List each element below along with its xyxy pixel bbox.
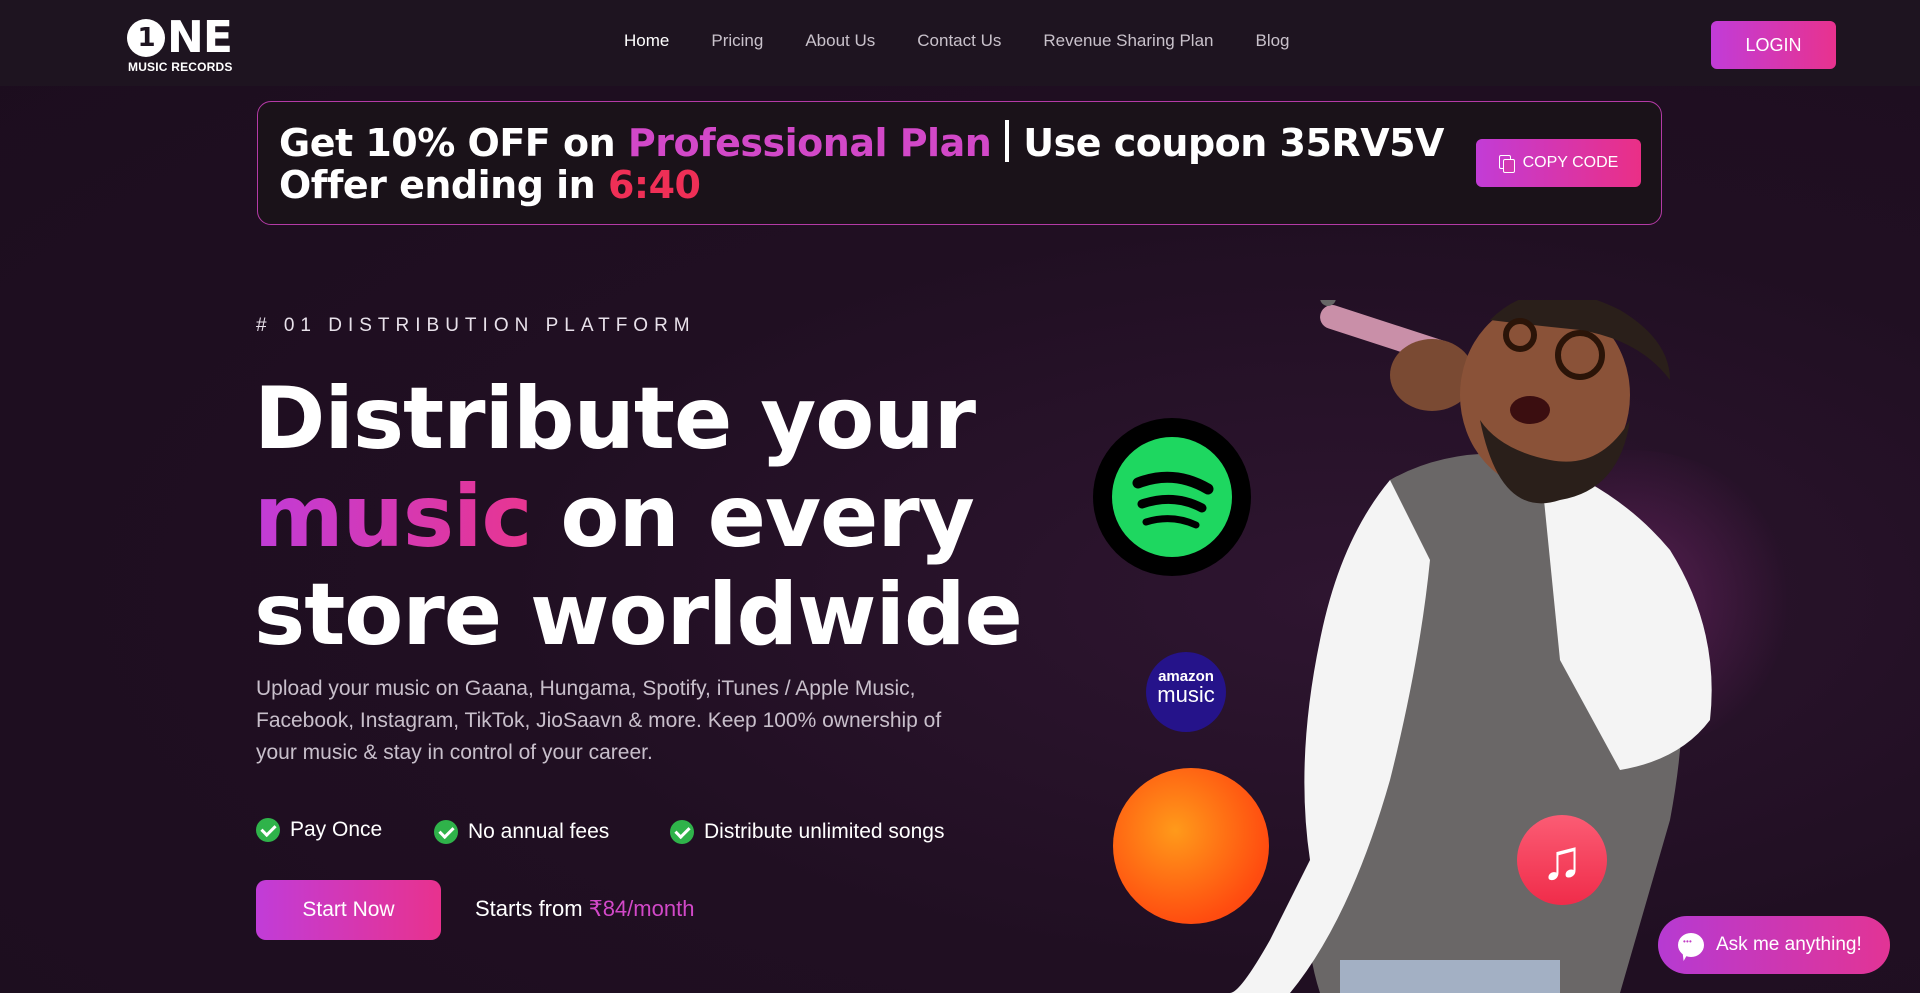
promo-offer-line: Offer ending in 6:40 <box>279 163 701 207</box>
logo-subtitle: MUSIC RECORDS <box>128 60 233 74</box>
check-icon <box>256 818 280 842</box>
nav-link-about-us[interactable]: About Us <box>805 31 875 51</box>
promo-headline: Get 10% OFF on Professional Plan Use coup… <box>279 120 1444 165</box>
feature-label: No annual fees <box>468 820 610 843</box>
promo-offer-text: Offer ending in <box>279 163 596 207</box>
nav-link-pricing[interactable]: Pricing <box>711 31 763 51</box>
headline-line-2-rest: on every <box>531 467 974 567</box>
feature-label: Distribute unlimited songs <box>704 820 945 843</box>
check-icon <box>670 820 694 844</box>
chat-bubble-icon <box>1678 933 1704 957</box>
copy-icon <box>1498 155 1515 173</box>
copy-code-label: COPY CODE <box>1522 154 1619 171</box>
ask-me-anything-chat-button[interactable]: Ask me anything! <box>1658 916 1890 974</box>
promo-discount-text: Get 10% OFF on <box>279 121 616 165</box>
singer-image <box>1230 300 1712 993</box>
promo-separator <box>1005 120 1010 162</box>
nav-links: Home Pricing About Us Contact Us Revenue… <box>624 31 1332 51</box>
feature-item: Pay Once <box>256 818 382 842</box>
feature-label: Pay Once <box>290 818 383 841</box>
nav-link-home[interactable]: Home <box>624 31 669 51</box>
one-music-records-logo[interactable]: 1 NE MUSIC RECORDS <box>127 16 239 74</box>
check-icon <box>434 820 458 844</box>
nav-link-contact-us[interactable]: Contact Us <box>917 31 1001 51</box>
headline-line-2: music on every <box>254 468 1022 566</box>
hero-headline: Distribute your music on every store wor… <box>254 369 1023 665</box>
headline-line-3: store worldwide <box>254 565 1023 665</box>
promo-coupon-text: Use coupon 35RV5V <box>1023 121 1444 165</box>
top-nav: 1 NE MUSIC RECORDS Home Pricing About Us … <box>0 0 1920 86</box>
price-value: ₹84/month <box>588 896 695 921</box>
headline-highlight-word: music <box>254 467 532 567</box>
logo-wordmark: 1 NE <box>127 16 233 60</box>
start-now-button[interactable]: Start Now <box>256 880 441 940</box>
hero-description: Upload your music on Gaana, Hungama, Spo… <box>256 677 942 764</box>
promo-banner: Get 10% OFF on Professional Plan Use coup… <box>257 101 1662 225</box>
login-button[interactable]: LOGIN <box>1711 21 1836 69</box>
logo-big-text: NE <box>167 12 233 63</box>
hero-tagline: # 01 DISTRIBUTION PLATFORM <box>256 315 696 336</box>
nav-link-blog[interactable]: Blog <box>1255 31 1289 51</box>
nav-link-revenue-sharing-plan[interactable]: Revenue Sharing Plan <box>1043 31 1213 51</box>
hero-illustration: amazon music ♫ <box>1080 300 1800 993</box>
headline-line-1: Distribute your <box>254 369 976 469</box>
promo-countdown-timer: 6:40 <box>607 163 701 207</box>
feature-item: Distribute unlimited songs <box>670 820 944 844</box>
starting-price: Starts from ₹84/month <box>475 896 694 922</box>
chat-button-label: Ask me anything! <box>1716 934 1862 955</box>
copy-code-button[interactable]: COPY CODE <box>1476 139 1641 187</box>
promo-plan-name: Professional Plan <box>627 121 992 165</box>
feature-item: No annual fees <box>434 820 609 844</box>
price-prefix: Starts from <box>475 896 583 921</box>
apple-music-icon: ♫ <box>1517 815 1607 905</box>
logo-one-badge: 1 <box>127 19 165 57</box>
